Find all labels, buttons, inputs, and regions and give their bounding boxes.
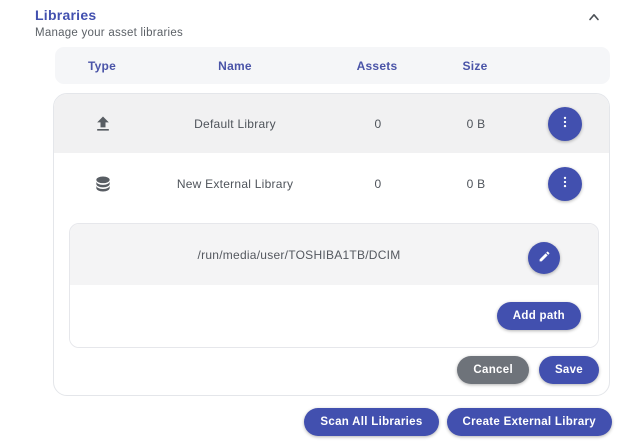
table-row-default-library: Default Library 0 0 B	[54, 94, 609, 153]
libraries-settings-panel: Libraries Manage your asset libraries Ty…	[0, 0, 640, 448]
cancel-button[interactable]: Cancel	[457, 356, 529, 384]
database-icon	[93, 174, 113, 194]
page-subtitle: Manage your asset libraries	[35, 27, 183, 39]
path-editor-card: /run/media/user/TOSHIBA1TB/DCIM Add path	[69, 223, 599, 348]
library-menu-button[interactable]	[548, 107, 582, 141]
chevron-up-icon	[586, 9, 602, 28]
column-header-type: Type	[88, 59, 116, 73]
library-size: 0 B	[467, 117, 486, 131]
page-title: Libraries	[35, 7, 183, 23]
library-menu-button[interactable]	[548, 167, 582, 201]
column-header-assets: Assets	[357, 59, 398, 73]
add-path-button[interactable]: Add path	[497, 302, 581, 330]
collapse-section-button[interactable]	[584, 8, 604, 28]
path-row: /run/media/user/TOSHIBA1TB/DCIM	[70, 224, 598, 285]
pencil-icon	[538, 250, 551, 266]
section-header: Libraries Manage your asset libraries	[35, 7, 183, 39]
upload-icon	[93, 114, 113, 134]
create-external-library-button[interactable]: Create External Library	[447, 408, 612, 436]
kebab-menu-icon	[558, 115, 572, 132]
library-path: /run/media/user/TOSHIBA1TB/DCIM	[70, 248, 528, 262]
libraries-card: Default Library 0 0 B New Ex	[53, 93, 610, 396]
table-row-new-external-library: New External Library 0 0 B	[54, 153, 609, 214]
scan-all-libraries-button[interactable]: Scan All Libraries	[304, 408, 438, 436]
save-button[interactable]: Save	[539, 356, 599, 384]
form-actions: Cancel Save	[457, 356, 599, 384]
library-name: New External Library	[177, 177, 293, 191]
library-size: 0 B	[467, 177, 486, 191]
kebab-menu-icon	[558, 175, 572, 192]
bottom-actions: Scan All Libraries Create External Libra…	[304, 408, 612, 436]
library-assets: 0	[375, 117, 382, 131]
library-assets: 0	[375, 177, 382, 191]
table-header-row: Type Name Assets Size	[55, 47, 610, 84]
column-header-name: Name	[218, 59, 252, 73]
edit-path-button[interactable]	[528, 242, 560, 274]
column-header-size: Size	[462, 59, 487, 73]
library-name: Default Library	[194, 117, 276, 131]
add-path-row: Add path	[70, 285, 598, 347]
